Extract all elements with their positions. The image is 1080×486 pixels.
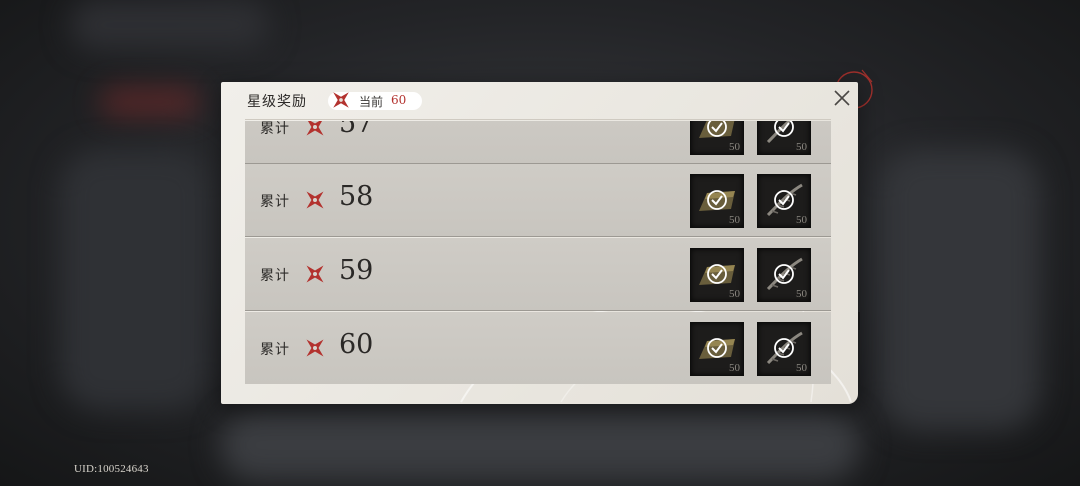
reward-count: 50: [796, 362, 807, 374]
panel-header: 星级奖励 当前 60: [221, 82, 858, 120]
reward-slot[interactable]: 50: [690, 248, 744, 302]
background-shape: [880, 150, 1040, 430]
reward-count: 50: [796, 288, 807, 300]
check-icon: [774, 264, 794, 284]
check-icon: [707, 121, 727, 137]
star-reward-panel: 星级奖励 当前 60 累计 57 50 50 累计 58 50 50 累计 59…: [221, 82, 858, 404]
reward-count: 50: [729, 362, 740, 374]
reward-slot[interactable]: 50: [690, 174, 744, 228]
reward-count: 50: [729, 288, 740, 300]
background-shape: [60, 150, 210, 410]
reward-count: 50: [729, 141, 740, 153]
close-icon[interactable]: [832, 88, 852, 108]
red-four-point-star-icon: [306, 121, 324, 136]
reward-row: 累计 60 50 50: [245, 312, 831, 384]
red-four-point-star-icon: [306, 265, 324, 283]
reward-row: 累计 57 50 50: [245, 121, 831, 164]
reward-slot[interactable]: 50: [757, 322, 811, 376]
current-star-pill: 当前 60: [328, 92, 422, 110]
background-shape: [220, 410, 860, 480]
reward-count: 50: [796, 141, 807, 153]
background-shape: [70, 0, 270, 50]
row-label: 累计: [260, 342, 290, 358]
current-label: 当前: [359, 95, 384, 109]
reward-count: 50: [796, 214, 807, 226]
reward-slot[interactable]: 50: [757, 248, 811, 302]
red-four-point-star-icon: [333, 92, 349, 108]
row-label: 累计: [260, 268, 290, 284]
row-star-count: 60: [339, 329, 374, 360]
row-label: 累计: [260, 194, 290, 210]
check-icon: [707, 264, 727, 284]
reward-count: 50: [729, 214, 740, 226]
check-icon: [707, 190, 727, 210]
check-icon: [774, 190, 794, 210]
background-shape: [100, 88, 200, 116]
reward-list[interactable]: 累计 57 50 50 累计 58 50 50 累计 59 50 50 累计 6…: [245, 121, 831, 384]
row-star-count: 58: [339, 181, 374, 212]
row-star-count: 57: [339, 121, 374, 139]
current-value: 60: [391, 93, 407, 107]
check-icon: [774, 338, 794, 358]
check-icon: [774, 121, 794, 137]
row-label: 累计: [260, 121, 290, 137]
reward-row: 累计 58 50 50: [245, 164, 831, 237]
user-id-label: UID:100524643: [74, 463, 149, 475]
red-four-point-star-icon: [306, 339, 324, 357]
panel-title: 星级奖励: [247, 94, 307, 110]
reward-slot[interactable]: 50: [690, 121, 744, 155]
reward-slot[interactable]: 50: [757, 174, 811, 228]
row-star-count: 59: [339, 255, 374, 286]
reward-row: 累计 59 50 50: [245, 238, 831, 311]
check-icon: [707, 338, 727, 358]
red-four-point-star-icon: [306, 191, 324, 209]
reward-slot[interactable]: 50: [690, 322, 744, 376]
header-divider: [245, 119, 831, 120]
reward-slot[interactable]: 50: [757, 121, 811, 155]
